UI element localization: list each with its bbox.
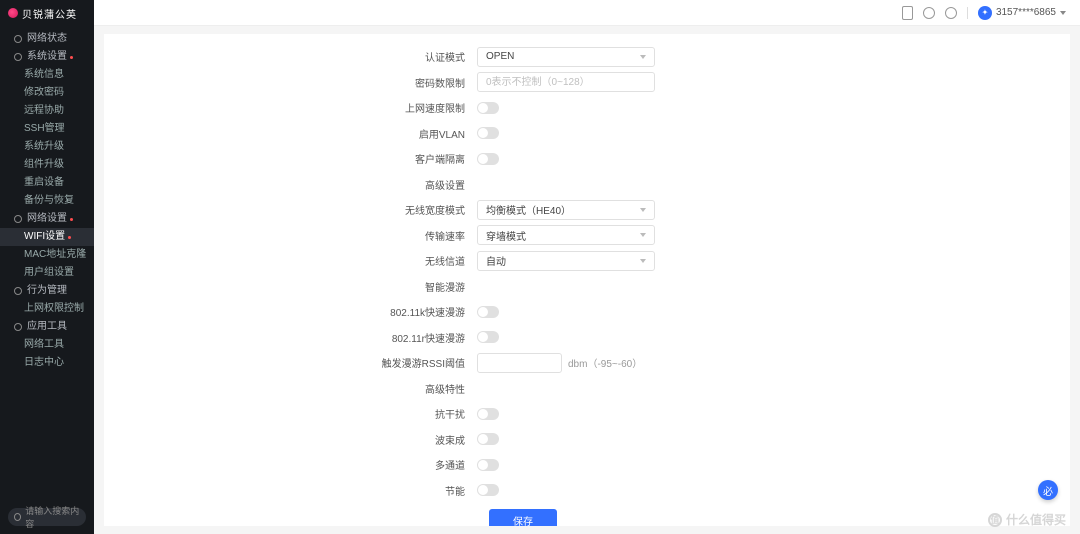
nav-system-upgrade[interactable]: 系统升级: [0, 138, 94, 156]
avatar-icon: ✦: [978, 6, 992, 20]
chevron-down-icon: [640, 233, 646, 237]
user-id-text: 3157****6865: [996, 7, 1056, 18]
toggle-11k[interactable]: [477, 306, 499, 318]
toggle-beamforming[interactable]: [477, 433, 499, 445]
brand-name: 贝锐蒲公英: [22, 6, 77, 21]
help-icon[interactable]: [945, 7, 957, 19]
section-advanced: 高级设置: [247, 177, 477, 192]
nav-network-settings[interactable]: 网络设置: [0, 210, 94, 228]
badge-dot-icon: [68, 236, 71, 239]
wifi-form: 认证模式 OPEN 密码数限制 上网速度限制 启用VLAN 客户端隔离 高级设置…: [247, 44, 927, 526]
chevron-down-icon: [1060, 11, 1066, 15]
nav-mac-clone[interactable]: MAC地址克隆: [0, 246, 94, 264]
fab-button[interactable]: 必: [1038, 480, 1058, 500]
select-bridge-mode[interactable]: 穿墙模式: [477, 225, 655, 245]
nav-wifi-settings[interactable]: WIFI设置: [0, 228, 94, 246]
badge-dot-icon: [70, 218, 73, 221]
section-smart-roam: 智能漫游: [247, 279, 477, 294]
nav-system-info[interactable]: 系统信息: [0, 66, 94, 84]
nav-reboot[interactable]: 重启设备: [0, 174, 94, 192]
nav-network-status[interactable]: 网络状态: [0, 30, 94, 48]
nav-component-upgrade[interactable]: 组件升级: [0, 156, 94, 174]
toggle-enable-vlan[interactable]: [477, 127, 499, 139]
select-freq-mode[interactable]: 均衡模式（HE40）: [477, 200, 655, 220]
search-placeholder: 请输入搜索内容: [25, 504, 80, 530]
label-bridge-mode: 传输速率: [247, 228, 477, 243]
brand: 贝锐蒲公英: [0, 0, 94, 26]
label-rssi: 触发漫游RSSI阈值: [247, 355, 477, 370]
section-adv-feature: 高级特性: [247, 381, 477, 396]
label-auth-mode: 认证模式: [247, 49, 477, 64]
chevron-down-icon: [640, 55, 646, 59]
nav-user-group[interactable]: 用户组设置: [0, 264, 94, 282]
input-rssi[interactable]: [477, 353, 562, 373]
toggle-11r[interactable]: [477, 331, 499, 343]
label-speed-limit: 上网速度限制: [247, 100, 477, 115]
watermark-text: 什么值得买: [1006, 511, 1066, 528]
sidebar-search[interactable]: 请输入搜索内容: [8, 508, 86, 526]
globe-icon: [14, 35, 22, 43]
nav-system-settings[interactable]: 系统设置: [0, 48, 94, 66]
watermark: 值 什么值得买: [988, 511, 1066, 528]
content-panel: 认证模式 OPEN 密码数限制 上网速度限制 启用VLAN 客户端隔离 高级设置…: [104, 34, 1070, 526]
nav-access-control[interactable]: 上网权限控制: [0, 300, 94, 318]
watermark-logo-icon: 值: [988, 513, 1002, 527]
label-11k: 802.11k快速漫游: [247, 304, 477, 319]
nav-change-password[interactable]: 修改密码: [0, 84, 94, 102]
label-multi-stream: 多通道: [247, 457, 477, 472]
nav-backup[interactable]: 备份与恢复: [0, 192, 94, 210]
badge-dot-icon: [70, 56, 73, 59]
label-beamforming: 波束成: [247, 432, 477, 447]
separator: [967, 7, 968, 19]
toggle-anti-interference[interactable]: [477, 408, 499, 420]
tools-icon: [14, 323, 22, 331]
behavior-icon: [14, 287, 22, 295]
chevron-down-icon: [640, 208, 646, 212]
nav-tools[interactable]: 应用工具: [0, 318, 94, 336]
toggle-speed-limit[interactable]: [477, 102, 499, 114]
nav-network-tools[interactable]: 网络工具: [0, 336, 94, 354]
chevron-down-icon: [640, 259, 646, 263]
refresh-icon[interactable]: [923, 7, 935, 19]
toggle-multi-stream[interactable]: [477, 459, 499, 471]
label-11r: 802.11r快速漫游: [247, 330, 477, 345]
label-power-save: 节能: [247, 483, 477, 498]
topbar: ✦ 3157****6865: [94, 0, 1080, 26]
label-client-isolate: 客户端隔离: [247, 151, 477, 166]
phone-icon[interactable]: [902, 6, 913, 20]
search-icon: [14, 513, 21, 521]
nav-ssh[interactable]: SSH管理: [0, 120, 94, 138]
nav-remote-assist[interactable]: 远程协助: [0, 102, 94, 120]
sidebar-nav: 网络状态 系统设置 系统信息 修改密码 远程协助 SSH管理 系统升级 组件升级…: [0, 30, 94, 502]
label-enable-vlan: 启用VLAN: [247, 126, 477, 141]
user-menu[interactable]: ✦ 3157****6865: [978, 6, 1066, 20]
toggle-client-isolate[interactable]: [477, 153, 499, 165]
logo-icon: [8, 8, 18, 18]
input-pwd-limit[interactable]: [477, 72, 655, 92]
network-icon: [14, 215, 22, 223]
nav-behavior[interactable]: 行为管理: [0, 282, 94, 300]
toggle-power-save[interactable]: [477, 484, 499, 496]
select-channel[interactable]: 自动: [477, 251, 655, 271]
save-button[interactable]: 保存: [489, 509, 557, 526]
select-auth-mode[interactable]: OPEN: [477, 47, 655, 67]
nav-logs[interactable]: 日志中心: [0, 354, 94, 372]
label-channel: 无线信道: [247, 253, 477, 268]
sidebar: 贝锐蒲公英 网络状态 系统设置 系统信息 修改密码 远程协助 SSH管理 系统升…: [0, 0, 94, 534]
label-freq-mode: 无线宽度模式: [247, 202, 477, 217]
gear-icon: [14, 53, 22, 61]
label-anti-interference: 抗干扰: [247, 406, 477, 421]
hint-rssi: dbm（-95~-60）: [568, 355, 642, 370]
label-pwd-limit: 密码数限制: [247, 75, 477, 90]
